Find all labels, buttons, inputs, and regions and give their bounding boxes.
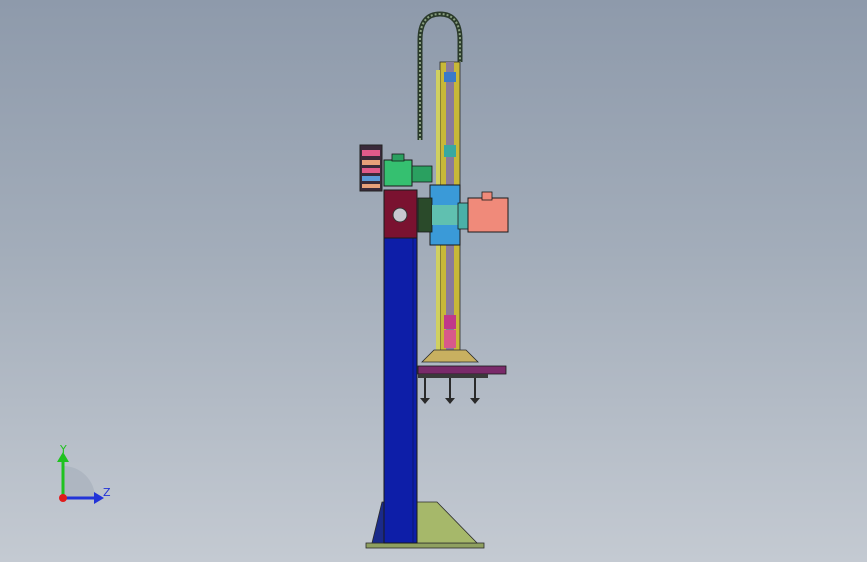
y-axis-label: Y: [59, 443, 67, 456]
x-axis-dot: [59, 494, 67, 502]
z-axis-label: Z: [103, 486, 111, 499]
suction-cup: [445, 378, 455, 404]
base-plate: [365, 542, 485, 549]
tool-plate: [417, 365, 507, 375]
assembly-model: [359, 11, 509, 549]
suction-cup: [420, 378, 430, 404]
main-column: [383, 237, 418, 544]
base-gusset-left: [371, 501, 385, 544]
orientation-triad: Y Z: [57, 443, 111, 504]
arm-connector: [457, 202, 469, 230]
lower-flange: [421, 349, 479, 363]
suction-cup: [470, 378, 480, 404]
gearbox: [383, 159, 413, 187]
head-bore: [392, 207, 408, 223]
base-gusset: [416, 501, 478, 544]
motor: [467, 197, 509, 233]
cad-viewport[interactable]: Y Z: [0, 0, 867, 562]
